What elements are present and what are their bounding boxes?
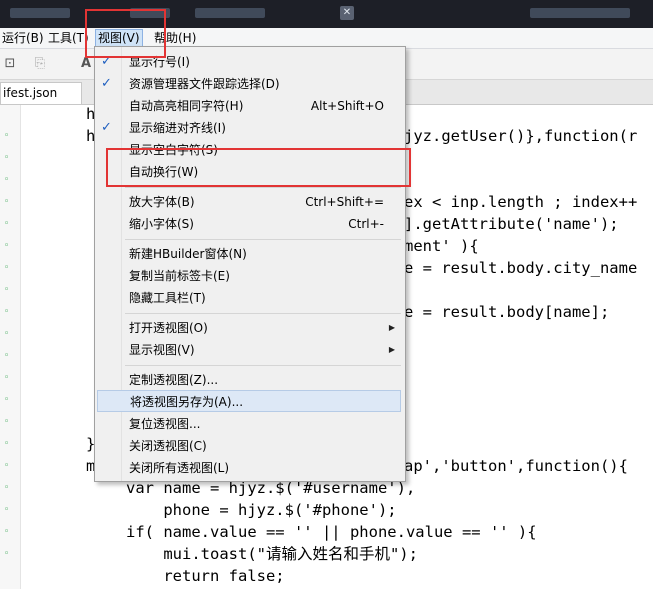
fold-marker-icon: ◦	[4, 241, 10, 251]
check-icon: ✓	[101, 76, 112, 91]
menu-item-shortcut: Alt+Shift+O	[310, 99, 384, 113]
menu-item-label: 复制当前标签卡(E)	[129, 269, 230, 283]
fold-marker-icon: ◦	[4, 373, 10, 383]
menu-item-shortcut: Ctrl+-	[348, 217, 384, 231]
code-line: ].getAttribute('name');	[404, 215, 619, 233]
blurred-title-text	[530, 8, 630, 18]
submenu-arrow-icon: ▶	[388, 345, 395, 354]
menu-item-label: 显示缩进对齐线(I)	[129, 121, 226, 135]
fold-marker-icon: ◦	[4, 197, 10, 207]
fold-marker-icon: ◦	[4, 461, 10, 471]
menu-item-close-all-perspectives[interactable]: 关闭所有透视图(L)	[95, 457, 405, 479]
fold-marker-icon: ◦	[4, 439, 10, 449]
menu-separator	[125, 187, 401, 188]
code-line: ex < inp.length ; index++	[404, 193, 638, 211]
fold-marker-icon: ◦	[4, 505, 10, 515]
code-line: e = result.body[name];	[404, 303, 610, 321]
fold-marker-icon: ◦	[4, 351, 10, 361]
menu-item-open-perspective[interactable]: 打开透视图(O) ▶	[95, 317, 405, 339]
menu-item-label: 自动高亮相同字符(H)	[129, 99, 244, 113]
fold-marker-icon: ◦	[4, 263, 10, 273]
fold-marker-icon: ◦	[4, 307, 10, 317]
menu-item-close-perspective[interactable]: 关闭透视图(C)	[95, 435, 405, 457]
menu-item-label: 缩小字体(S)	[129, 217, 194, 231]
menu-item-customize-perspective[interactable]: 定制透视图(Z)...	[95, 369, 405, 391]
menu-item-duplicate-tab[interactable]: 复制当前标签卡(E)	[95, 265, 405, 287]
menu-item-label: 打开透视图(O)	[129, 321, 208, 335]
menu-item-label: 新建HBuilder窗体(N)	[129, 247, 247, 261]
code-line: if( name.value == '' || phone.value == '…	[126, 523, 537, 541]
code-line: phone = hjyz.$('#phone');	[126, 501, 397, 519]
menu-item-hide-toolbar[interactable]: 隐藏工具栏(T)	[95, 287, 405, 309]
annotation-box-view-menu	[85, 9, 166, 58]
tab-manifest[interactable]: ifest.json	[0, 82, 82, 104]
menu-separator	[125, 365, 401, 366]
run-icon[interactable]: ⊡	[2, 56, 18, 72]
fold-marker-icon: ◦	[4, 219, 10, 229]
close-icon[interactable]: ✕	[340, 6, 354, 20]
menu-item-zoom-out[interactable]: 缩小字体(S) Ctrl+-	[95, 213, 405, 235]
tab-label: ifest.json	[3, 86, 58, 100]
menu-item-label: 关闭所有透视图(L)	[129, 461, 230, 475]
menu-item-shortcut: Ctrl+Shift+=	[305, 195, 384, 209]
menu-item-show-view[interactable]: 显示视图(V) ▶	[95, 339, 405, 361]
menu-item-save-perspective-as[interactable]: 将透视图另存为(A)...	[97, 390, 401, 412]
fold-marker-icon: ◦	[4, 417, 10, 427]
fold-marker-icon: ◦	[4, 395, 10, 405]
code-line: return false;	[126, 567, 285, 585]
menu-item-explorer-track[interactable]: ✓ 资源管理器文件跟踪选择(D)	[95, 73, 405, 95]
menu-item-reset-perspective[interactable]: 复位透视图...	[95, 413, 405, 435]
menu-separator	[125, 313, 401, 314]
check-icon: ✓	[101, 120, 112, 135]
fold-marker-icon: ◦	[4, 483, 10, 493]
fold-marker-icon: ◦	[4, 329, 10, 339]
menu-item-new-window[interactable]: 新建HBuilder窗体(N)	[95, 243, 405, 265]
annotation-box-word-wrap	[106, 148, 411, 187]
code-line: ap','button',function(){	[404, 457, 628, 475]
menu-item-indent-guides[interactable]: ✓ 显示缩进对齐线(I)	[95, 117, 405, 139]
blurred-title-text	[195, 8, 265, 18]
font-size-icon[interactable]: A	[78, 56, 94, 72]
menu-item-label: 定制透视图(Z)...	[129, 373, 219, 387]
menu-tools[interactable]: 工具(T)	[46, 30, 91, 46]
menu-separator	[125, 239, 401, 240]
menu-item-label: 资源管理器文件跟踪选择(D)	[129, 77, 280, 91]
page-icon[interactable]: ⎘	[32, 56, 48, 72]
menu-item-label: 显示视图(V)	[129, 343, 195, 357]
line-gutter: ◦ ◦ ◦ ◦ ◦ ◦ ◦ ◦ ◦ ◦ ◦ ◦ ◦ ◦ ◦ ◦ ◦ ◦ ◦ ◦	[0, 105, 21, 589]
menu-item-highlight-same[interactable]: 自动高亮相同字符(H) Alt+Shift+O	[95, 95, 405, 117]
menu-item-label: 复位透视图...	[129, 417, 201, 431]
fold-marker-icon: ◦	[4, 549, 10, 559]
blurred-title-text	[10, 8, 70, 18]
menu-item-label: 隐藏工具栏(T)	[129, 291, 206, 305]
menu-item-label: 放大字体(B)	[129, 195, 195, 209]
fold-marker-icon: ◦	[4, 285, 10, 295]
code-line: e = result.body.city_name	[404, 259, 638, 277]
menu-item-label: 关闭透视图(C)	[129, 439, 207, 453]
fold-marker-icon: ◦	[4, 153, 10, 163]
menu-run[interactable]: 运行(B)	[0, 30, 46, 46]
code-line: ment' ){	[404, 237, 479, 255]
menu-item-label: 将透视图另存为(A)...	[130, 395, 244, 409]
fold-marker-icon: ◦	[4, 527, 10, 537]
code-line: mui.toast("请输入姓名和手机");	[126, 545, 418, 563]
view-menu-dropdown: ✓ 显示行号(I) ✓ 资源管理器文件跟踪选择(D) 自动高亮相同字符(H) A…	[94, 46, 406, 482]
fold-marker-icon: ◦	[4, 175, 10, 185]
menu-item-zoom-in[interactable]: 放大字体(B) Ctrl+Shift+=	[95, 191, 405, 213]
fold-marker-icon: ◦	[4, 131, 10, 141]
submenu-arrow-icon: ▶	[388, 323, 395, 332]
code-line: jyz.getUser()},function(r	[404, 127, 638, 145]
